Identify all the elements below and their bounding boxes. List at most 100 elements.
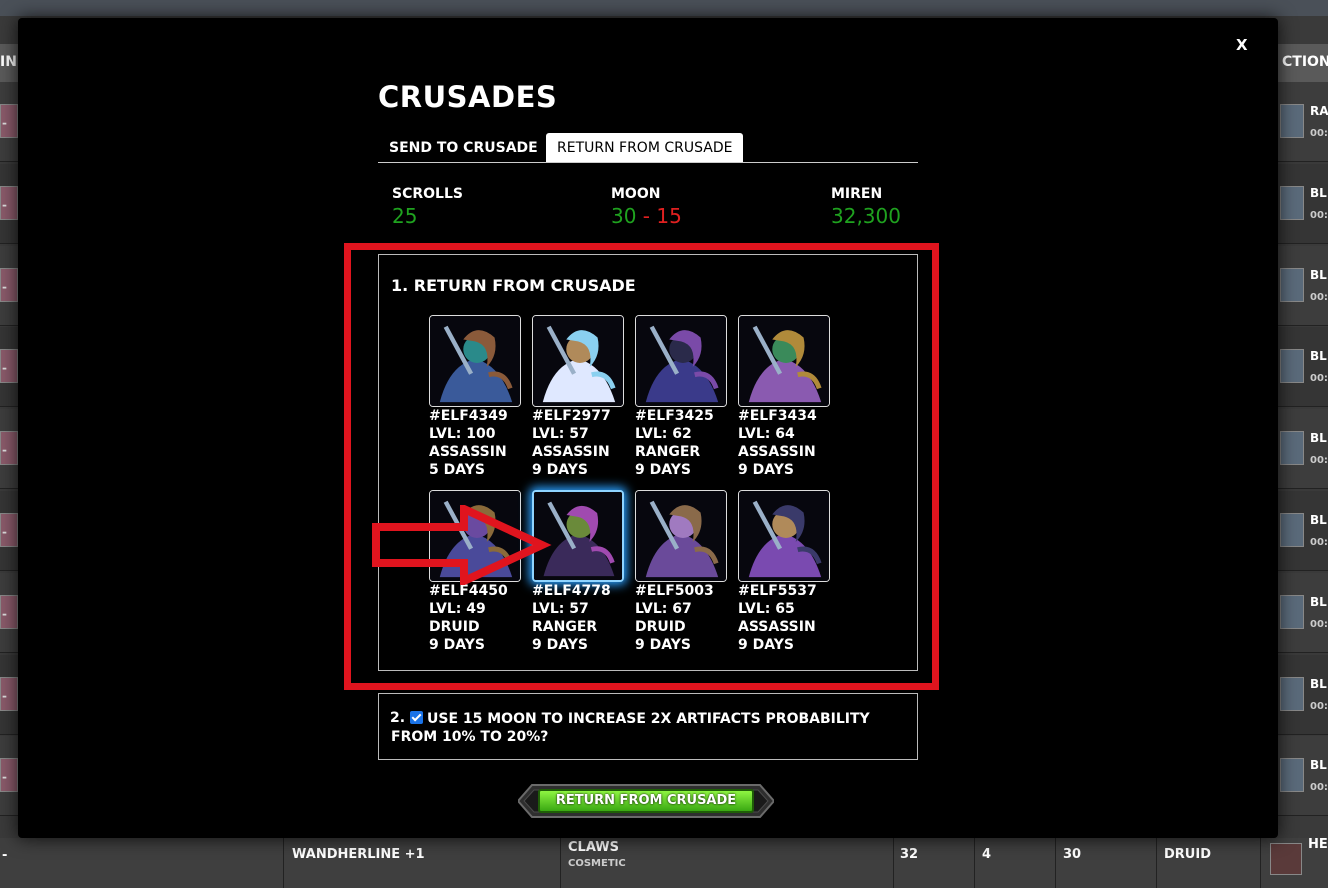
row-title: BL [1310, 676, 1327, 691]
miren-value: 32,300 [831, 204, 901, 228]
close-button[interactable]: X [1236, 36, 1248, 54]
item-thumbnail-icon [1280, 267, 1304, 302]
elf-level: LVL: 65 [738, 601, 795, 617]
row-title: BL [1310, 185, 1327, 200]
elf-card[interactable] [738, 315, 830, 407]
elf-class: ASSASSIN [532, 444, 610, 460]
cell-divider [974, 838, 975, 888]
row-dash: - [2, 197, 7, 212]
elf-days: 9 DAYS [532, 462, 588, 478]
elf-card[interactable] [635, 490, 727, 582]
elf-days: 9 DAYS [738, 462, 794, 478]
cell-divider [1055, 838, 1056, 888]
elf-card[interactable] [532, 490, 624, 582]
row-time: 00: [1310, 537, 1328, 548]
bottom-row-class: DRUID [1164, 847, 1211, 862]
elf-card[interactable] [738, 490, 830, 582]
row-title: BL [1310, 758, 1327, 773]
row-time: 00: [1310, 618, 1328, 630]
row-dash: - [2, 525, 7, 539]
artifact-boost-text: USE 15 MOON TO INCREASE 2X ARTIFACTS PRO… [391, 711, 870, 745]
item-thumbnail-icon [1280, 676, 1304, 711]
elf-class: ASSASSIN [429, 444, 507, 460]
row-time: 00: [1310, 782, 1328, 794]
elf-card[interactable] [429, 490, 521, 582]
elf-portrait-icon [430, 491, 520, 581]
cell-divider [893, 838, 894, 888]
elf-id: #ELF4778 [532, 583, 611, 599]
bottom-row-subtype: COSMETIC [568, 858, 626, 869]
elf-card[interactable] [429, 315, 521, 407]
miren-label: MIREN [831, 186, 883, 202]
elf-days: 9 DAYS [635, 462, 691, 478]
elf-level: LVL: 57 [532, 601, 589, 617]
elf-class: ASSASSIN [738, 619, 816, 635]
elf-portrait-icon [739, 491, 829, 581]
tab-send-to-crusade[interactable]: SEND TO CRUSADE [378, 133, 549, 162]
row-dash: - [2, 279, 7, 294]
row-title: BL [1310, 349, 1327, 364]
item-thumbnail-icon [1280, 594, 1304, 629]
elf-portrait-icon [739, 316, 829, 406]
elf-days: 9 DAYS [532, 637, 588, 653]
moon-value-group: 30 - 15 [611, 204, 682, 228]
modal-title: CRUSADES [378, 80, 558, 114]
elf-id: #ELF3434 [738, 408, 817, 424]
elf-info: #ELF5003 LVL: 67 DRUID 9 DAYS [635, 582, 714, 654]
table-row [0, 838, 1328, 888]
row-dash: - [2, 116, 7, 130]
scrolls-label: SCROLLS [392, 186, 463, 202]
elf-level: LVL: 62 [635, 426, 692, 442]
item-thumbnail-icon [1280, 349, 1304, 384]
row-time: 00: [1310, 455, 1328, 467]
bottom-row-name: WANDHERLINE +1 [292, 847, 425, 862]
elf-info: #ELF4450 LVL: 49 DRUID 9 DAYS [429, 582, 508, 654]
row-title: RA [1310, 104, 1328, 118]
elf-portrait-icon [430, 316, 520, 406]
bottom-row-action: HE [1308, 837, 1328, 852]
row-dash: - [2, 361, 7, 376]
elf-portrait-icon [636, 316, 726, 406]
artifact-boost-checkbox[interactable] [410, 711, 423, 724]
elf-info: #ELF4349 LVL: 100 ASSASSIN 5 DAYS [429, 407, 508, 479]
elf-days: 5 DAYS [429, 462, 485, 478]
elf-portrait-icon [534, 492, 622, 580]
row-dash: - [2, 688, 7, 703]
elf-id: #ELF3425 [635, 408, 714, 424]
elf-info: #ELF5537 LVL: 65 ASSASSIN 9 DAYS [738, 582, 817, 654]
cell-divider [1156, 838, 1157, 888]
elf-card[interactable] [635, 315, 727, 407]
row-time: 00: [1310, 128, 1328, 139]
elf-level: LVL: 57 [532, 426, 589, 442]
elf-info: #ELF4778 LVL: 57 RANGER 9 DAYS [532, 582, 611, 654]
cell-divider [560, 838, 561, 888]
item-thumbnail-icon [1270, 843, 1302, 875]
row-time: 00: [1310, 291, 1328, 303]
row-title: BL [1310, 513, 1327, 527]
elf-portrait-icon [533, 316, 623, 406]
elf-days: 9 DAYS [429, 637, 485, 653]
return-from-crusade-button[interactable]: RETURN FROM CRUSADE [538, 789, 754, 813]
elf-level: LVL: 64 [738, 426, 795, 442]
row-dash: - [2, 770, 7, 785]
cell-divider [1260, 838, 1261, 888]
elf-class: RANGER [635, 444, 701, 460]
item-thumbnail-icon [1280, 513, 1304, 547]
bottom-row-type: CLAWS [568, 840, 620, 855]
tab-return-from-crusade[interactable]: RETURN FROM CRUSADE [546, 133, 744, 162]
elf-info: #ELF2977 LVL: 57 ASSASSIN 9 DAYS [532, 407, 611, 479]
elf-info: #ELF3434 LVL: 64 ASSASSIN 9 DAYS [738, 407, 817, 479]
row-title: BL [1310, 267, 1327, 282]
row-title: BL [1310, 431, 1327, 446]
elf-class: DRUID [429, 619, 480, 635]
elf-id: #ELF4349 [429, 408, 508, 424]
row-time: 00: [1310, 209, 1328, 221]
elf-card[interactable] [532, 315, 624, 407]
elf-id: #ELF5537 [738, 583, 817, 599]
item-thumbnail-icon [1280, 104, 1304, 138]
bottom-row-value-3: 30 [1063, 847, 1082, 862]
elf-class: RANGER [532, 619, 598, 635]
tab-bar: SEND TO CRUSADE RETURN FROM CRUSADE [378, 133, 918, 163]
elf-days: 9 DAYS [635, 637, 691, 653]
moon-label: MOON [611, 186, 661, 202]
